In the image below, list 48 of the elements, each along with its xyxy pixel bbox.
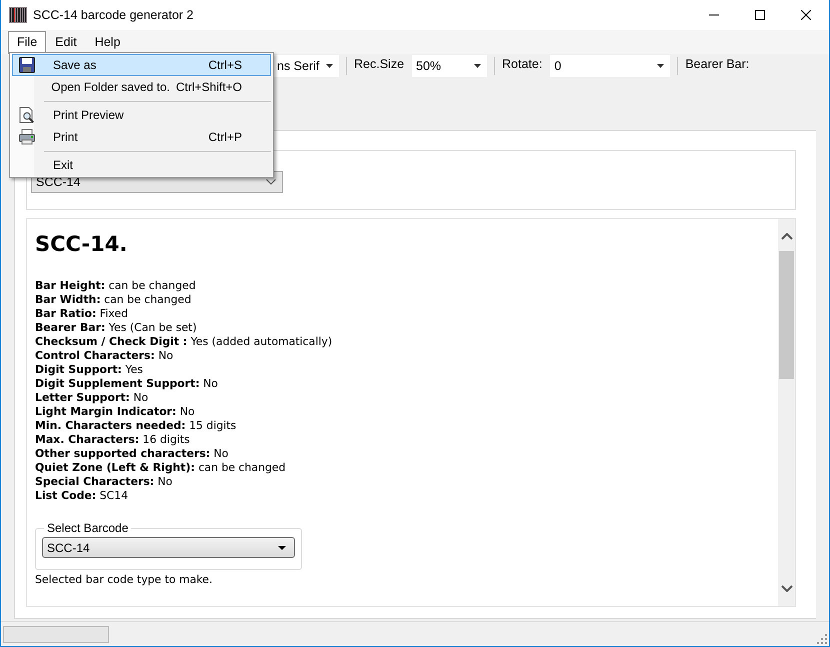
barcode-select[interactable]: SCC-14 <box>42 537 295 558</box>
dropdown-arrow-icon <box>657 64 664 68</box>
property-line: Max. Characters: 16 digits <box>35 433 191 447</box>
combo-box[interactable]: 0 <box>550 55 670 77</box>
property-line: Checksum / Check Digit : Yes (added automatically) <box>35 335 334 349</box>
property-line: Other supported characters: No <box>35 447 230 461</box>
menu-item[interactable]: Edit <box>46 30 86 54</box>
combo-box[interactable]: 50% <box>412 55 488 77</box>
scrollbar[interactable] <box>778 219 795 606</box>
property-line: Quiet Zone (Left & Right): can be changed <box>35 461 287 475</box>
barcode-icon <box>9 7 27 23</box>
toolbar-label: Bearer Bar: <box>685 57 750 73</box>
printer-icon <box>19 129 35 145</box>
property-line: Letter Support: No <box>35 391 150 405</box>
close-icon <box>801 10 811 20</box>
chevron-down-icon <box>266 179 276 185</box>
window-title: SCC-14 barcode generator 2 <box>33 8 195 22</box>
property-line: List Code: SC14 <box>35 489 130 503</box>
property-line: Min. Characters needed: 15 digits <box>35 419 238 433</box>
menu-item[interactable]: Help <box>86 30 130 54</box>
heading: SCC-14. <box>35 231 128 257</box>
menu-item[interactable]: Open Folder saved to. Ctrl+Shift+O <box>12 76 271 98</box>
menu-item[interactable]: Save as Ctrl+S <box>12 54 271 76</box>
resize-grip-icon <box>817 634 827 644</box>
property-line: Bar Height: can be changed <box>35 279 197 293</box>
group-label: Select Barcode <box>46 521 130 535</box>
menu-item[interactable]: File <box>8 30 46 54</box>
dropdown-arrow-icon <box>326 64 333 68</box>
maximize-icon <box>755 10 765 20</box>
property-line: Bar Width: can be changed <box>35 293 192 307</box>
chevron-up-icon <box>780 233 792 240</box>
property-line: Digit Supplement Support: No <box>35 377 219 391</box>
property-line: Special Characters: No <box>35 475 174 489</box>
chevron-down-icon <box>780 585 792 592</box>
combo-box[interactable]: ns Serif <box>273 55 339 77</box>
toolbar-label: Rotate: <box>502 57 542 73</box>
menu-item[interactable]: Print Preview <box>12 104 271 126</box>
property-line: Bar Ratio: Fixed <box>35 307 130 321</box>
toolbar-label: Rec.Size <box>354 57 404 73</box>
property-line: Digit Support: Yes <box>35 363 144 377</box>
property-line: Control Characters: No <box>35 349 174 363</box>
print-preview-icon <box>19 107 35 123</box>
menu-item[interactable]: Print Ctrl+P <box>12 126 271 148</box>
dropdown-arrow-icon <box>278 546 286 550</box>
property-line: Light Margin Indicator: No <box>35 405 196 419</box>
dropdown-arrow-icon <box>474 64 482 68</box>
help-text: Selected bar code type to make. <box>35 573 214 587</box>
property-line: Bearer Bar: Yes (Can be set) <box>35 321 198 335</box>
